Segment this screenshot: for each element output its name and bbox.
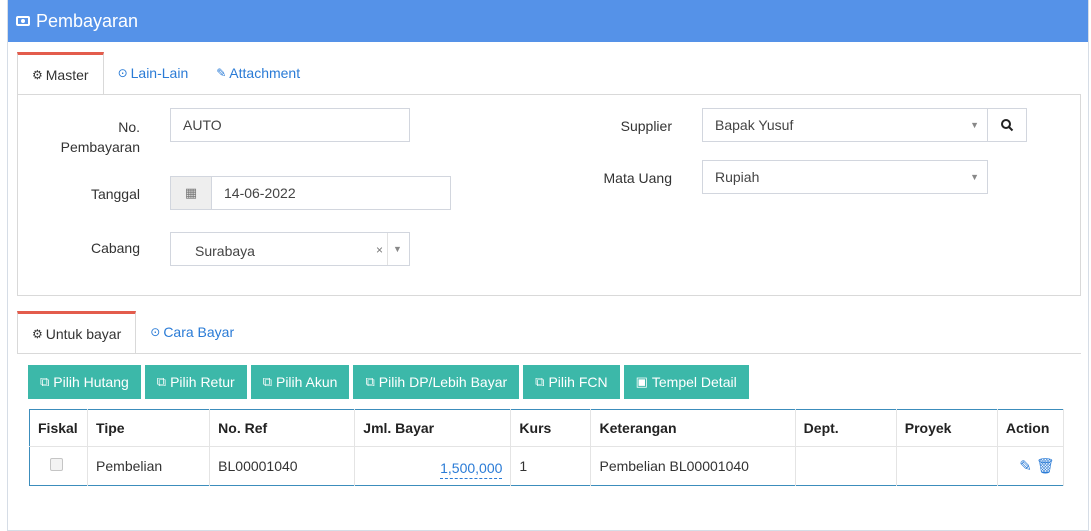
pilih-fcn-button[interactable]: ⧉ Pilih FCN [523,365,620,399]
tempel-detail-button[interactable]: ▣ Tempel Detail [623,365,749,399]
col-action: Action [997,409,1065,447]
paste-icon: ▣ [635,374,648,389]
check-circle-icon: ⊙ [117,66,128,80]
money-icon [16,16,30,26]
page-title: Pembayaran [36,10,139,31]
col-fiskal: Fiskal [29,409,89,447]
chevron-down-icon[interactable]: ▼ [387,233,407,265]
no-ref-cell: BL00001040 [209,446,356,486]
tab-lain-lain[interactable]: ⊙ Lain-Lain [104,52,203,94]
chevron-down-icon: ▼ [970,172,979,182]
no-pembayaran-label: No. Pembayaran [60,119,140,155]
master-form: No. Pembayaran AUTO Tanggal ▦ 14-06-2022… [17,94,1081,296]
no-pembayaran-input[interactable]: AUTO [170,108,410,142]
check-circle-icon: ⊙ [150,325,161,339]
calendar-icon[interactable]: ▦ [170,176,212,210]
jml-bayar-editable[interactable]: 1,500,000 [440,460,503,479]
pilih-retur-button[interactable]: ⧉ Pilih Retur [144,365,247,399]
tipe-cell: Pembelian [87,446,211,486]
chevron-down-icon: ▼ [970,120,979,130]
col-dept: Dept. [795,409,897,447]
fiskal-cell [29,446,89,486]
copy-icon: ⧉ [262,374,272,389]
trash-icon[interactable]: 🗑 [1036,458,1055,475]
col-proyek: Proyek [896,409,998,447]
supplier-select[interactable]: Bapak Yusuf ▼ [702,108,988,142]
payment-panel: Pembayaran ⚙ Master ⊙ Lain-Lain ✎ Attach… [7,0,1089,531]
action-cell: ✎ 🗑 [997,446,1065,486]
payment-detail-table: Fiskal Tipe No. Ref Jml. Bayar Kurs Kete… [29,409,1065,486]
pilih-akun-button[interactable]: ⧉ Pilih Akun [250,365,350,399]
supplier-search-button[interactable] [987,108,1027,142]
tab-master[interactable]: ⚙ Master [17,52,104,94]
tab-untuk-bayar[interactable]: ⚙ Untuk bayar [17,311,137,353]
tab-attachment[interactable]: ✎ Attachment [202,52,314,94]
tanggal-input[interactable]: 14-06-2022 [211,176,451,210]
mata-uang-label: Mata Uang [603,170,672,186]
table-header-row: Fiskal Tipe No. Ref Jml. Bayar Kurs Kete… [29,409,1065,447]
copy-icon: ⧉ [535,374,545,389]
fiskal-checkbox[interactable] [50,458,63,471]
tab-cara-bayar[interactable]: ⊙ Cara Bayar [136,311,248,353]
pilih-hutang-button[interactable]: ⧉ Pilih Hutang [28,365,141,399]
copy-icon: ⧉ [40,374,50,389]
clear-icon[interactable]: × [376,243,383,257]
edit-icon[interactable]: ✎ [1019,458,1032,475]
col-jml-bayar: Jml. Bayar [354,409,512,447]
tanggal-label: Tanggal [90,186,140,202]
copy-icon: ⧉ [365,374,375,389]
cabang-select[interactable]: Surabaya × ▼ [170,232,410,266]
panel-header: Pembayaran [8,0,1088,42]
paperclip-icon: ✎ [216,66,227,80]
search-icon [1001,119,1014,132]
jml-bayar-cell: 1,500,000 [354,446,512,486]
copy-icon: ⧉ [156,374,167,389]
mata-uang-select[interactable]: Rupiah ▼ [702,160,988,194]
col-kurs: Kurs [510,409,592,447]
pilih-dp-lebih-bayar-button[interactable]: ⧉ Pilih DP/Lebih Bayar [353,365,520,399]
detail-tabs: ⚙ Untuk bayar ⊙ Cara Bayar [17,311,248,353]
table-row: Pembelian BL00001040 1,500,000 1 Pembeli… [29,446,1065,486]
dept-cell [795,446,897,486]
supplier-label: Supplier [620,118,672,134]
master-tabs: ⚙ Master ⊙ Lain-Lain ✎ Attachment [17,52,314,94]
kurs-cell: 1 [510,446,592,486]
cogs-icon: ⚙ [32,326,43,341]
col-no-ref: No. Ref [209,409,356,447]
cabang-label: Cabang [90,240,140,256]
detail-toolbar: ⧉ Pilih Hutang ⧉ Pilih Retur ⧉ Pilih Akun ⧉… [28,365,749,399]
col-keterangan: Keterangan [590,409,796,447]
col-tipe: Tipe [87,409,211,447]
proyek-cell [896,446,998,486]
keterangan-cell: Pembelian BL00001040 [590,446,796,486]
cogs-icon: ⚙ [32,67,43,82]
